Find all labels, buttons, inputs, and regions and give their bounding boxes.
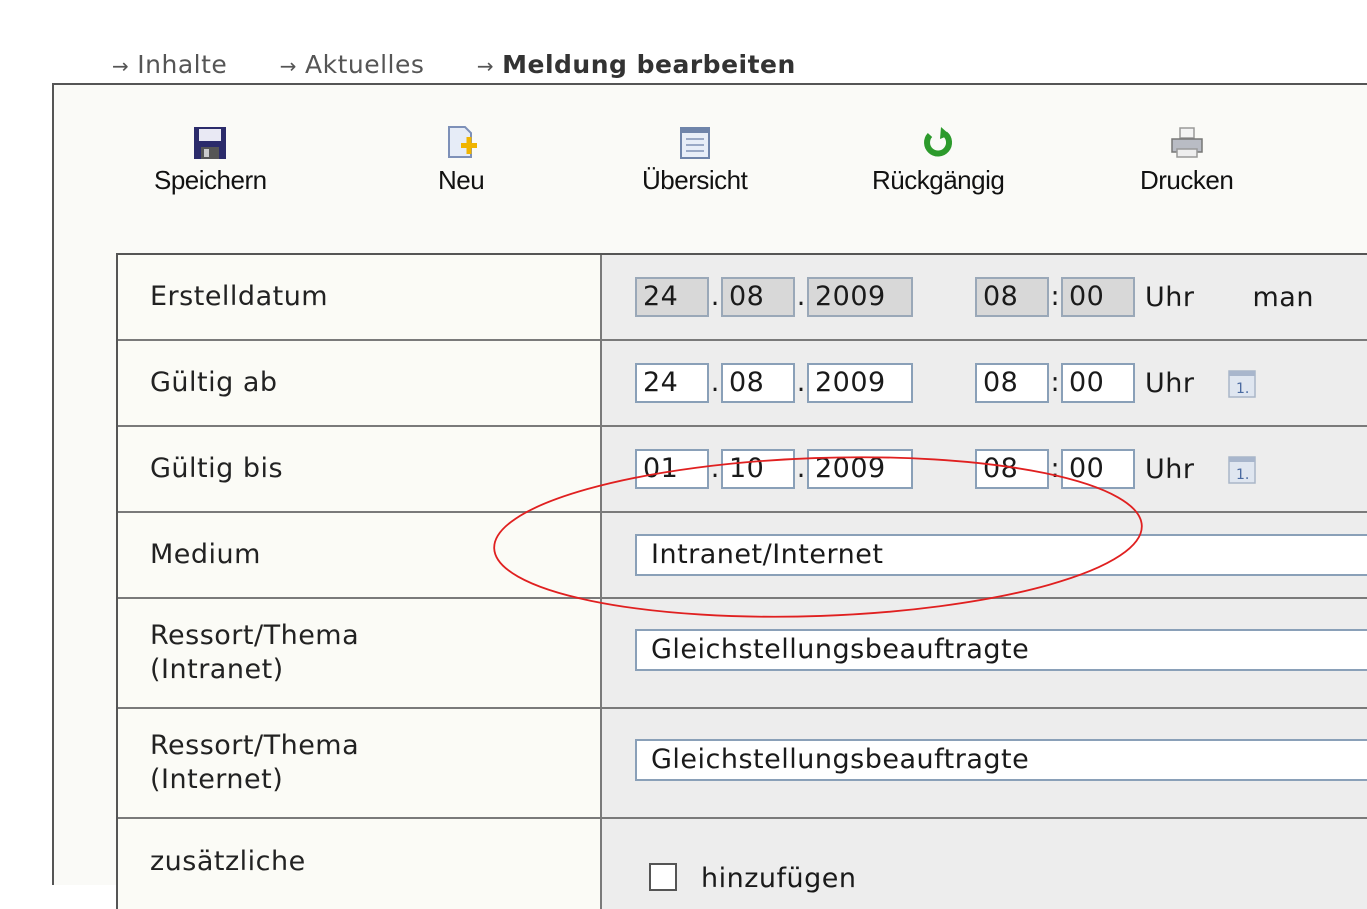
valid-to-month-input[interactable]: 10 <box>721 449 795 489</box>
valid-from-label: Gültig ab <box>118 341 602 425</box>
row-valid-to: Gültig bis 01 . 10 . 2009 08 : 00 Uhr 1. <box>118 427 1367 513</box>
row-ressort-internet: Ressort/Thema (Internet) Gleichstellungs… <box>118 709 1367 819</box>
floppy-disk-icon <box>192 125 228 161</box>
undo-button[interactable]: Rückgängig <box>872 125 1005 196</box>
row-valid-from: Gültig ab 24 . 08 . 2009 08 : 00 Uhr 1. <box>118 341 1367 427</box>
overview-button[interactable]: Übersicht <box>642 125 748 196</box>
additional-value: hinzufügen <box>602 819 1367 909</box>
printer-icon <box>1169 125 1205 161</box>
row-ressort-intranet: Ressort/Thema (Intranet) Gleichstellungs… <box>118 599 1367 709</box>
print-button[interactable]: Drucken <box>1140 125 1234 196</box>
breadcrumb-item-inhalte[interactable]: → Inhalte <box>112 50 227 79</box>
breadcrumb: → Inhalte → Aktuelles → Meldung bearbeiten <box>112 50 840 79</box>
row-created: Erstelldatum 24 . 08 . 2009 08 : 00 Uhr … <box>118 255 1367 341</box>
additional-label: zusätzliche <box>118 819 602 909</box>
medium-value: Intranet/Internet <box>602 513 1367 597</box>
created-hour-field: 08 <box>975 277 1049 317</box>
breadcrumb-item-current: → Meldung bearbeiten <box>476 50 796 79</box>
valid-to-unit: Uhr <box>1145 453 1195 485</box>
valid-to-hour-input[interactable]: 08 <box>975 449 1049 489</box>
undo-arrow-icon <box>920 125 956 161</box>
save-button[interactable]: Speichern <box>154 125 267 196</box>
valid-from-minute-input[interactable]: 00 <box>1061 363 1135 403</box>
valid-from-unit: Uhr <box>1145 367 1195 399</box>
medium-select[interactable]: Intranet/Internet <box>635 534 1367 576</box>
new-document-icon <box>443 125 479 161</box>
valid-from-value: 24 . 08 . 2009 08 : 00 Uhr 1. <box>602 341 1367 425</box>
arrow-right-icon: → <box>279 54 297 78</box>
arrow-right-icon: → <box>476 54 495 78</box>
ressort-internet-select[interactable]: Gleichstellungsbeauftragte <box>635 739 1367 781</box>
arrow-right-icon: → <box>112 54 130 78</box>
svg-text:1.: 1. <box>1236 467 1249 483</box>
svg-text:1.: 1. <box>1236 381 1249 397</box>
toolbar: Speichern Neu Übersicht Rückgängig Druck… <box>54 85 1367 255</box>
ressort-internet-value: Gleichstellungsbeauftragte <box>602 709 1367 817</box>
meldung-form: Erstelldatum 24 . 08 . 2009 08 : 00 Uhr … <box>116 253 1367 909</box>
breadcrumb-item-aktuelles[interactable]: → Aktuelles <box>280 50 425 79</box>
valid-from-year-input[interactable]: 2009 <box>807 363 913 403</box>
ressort-intranet-label: Ressort/Thema (Intranet) <box>118 599 602 707</box>
created-extra-text: man <box>1252 281 1314 313</box>
valid-to-day-input[interactable]: 01 <box>635 449 709 489</box>
valid-from-hour-input[interactable]: 08 <box>975 363 1049 403</box>
valid-to-minute-input[interactable]: 00 <box>1061 449 1135 489</box>
calendar-icon[interactable]: 1. <box>1228 454 1257 484</box>
valid-to-value: 01 . 10 . 2009 08 : 00 Uhr 1. <box>602 427 1367 511</box>
created-value: 24 . 08 . 2009 08 : 00 Uhr man <box>602 255 1367 339</box>
ressort-intranet-select[interactable]: Gleichstellungsbeauftragte <box>635 629 1367 671</box>
valid-to-year-input[interactable]: 2009 <box>807 449 913 489</box>
valid-to-label: Gültig bis <box>118 427 602 511</box>
created-month-field: 08 <box>721 277 795 317</box>
created-year-field: 2009 <box>807 277 913 317</box>
add-checkbox[interactable] <box>649 863 677 891</box>
ressort-internet-label: Ressort/Thema (Internet) <box>118 709 602 817</box>
created-minute-field: 00 <box>1061 277 1135 317</box>
created-unit: Uhr <box>1145 281 1195 313</box>
new-button[interactable]: Neu <box>438 125 485 196</box>
notepad-icon <box>677 125 713 161</box>
valid-from-month-input[interactable]: 08 <box>721 363 795 403</box>
created-day-field: 24 <box>635 277 709 317</box>
valid-from-day-input[interactable]: 24 <box>635 363 709 403</box>
ressort-intranet-value: Gleichstellungsbeauftragte <box>602 599 1367 707</box>
edit-panel: Speichern Neu Übersicht Rückgängig Druck… <box>52 83 1367 909</box>
row-additional: zusätzliche hinzufügen <box>118 819 1367 909</box>
row-medium: Medium Intranet/Internet <box>118 513 1367 599</box>
created-label: Erstelldatum <box>118 255 602 339</box>
calendar-icon[interactable]: 1. <box>1228 368 1257 398</box>
medium-label: Medium <box>118 513 602 597</box>
